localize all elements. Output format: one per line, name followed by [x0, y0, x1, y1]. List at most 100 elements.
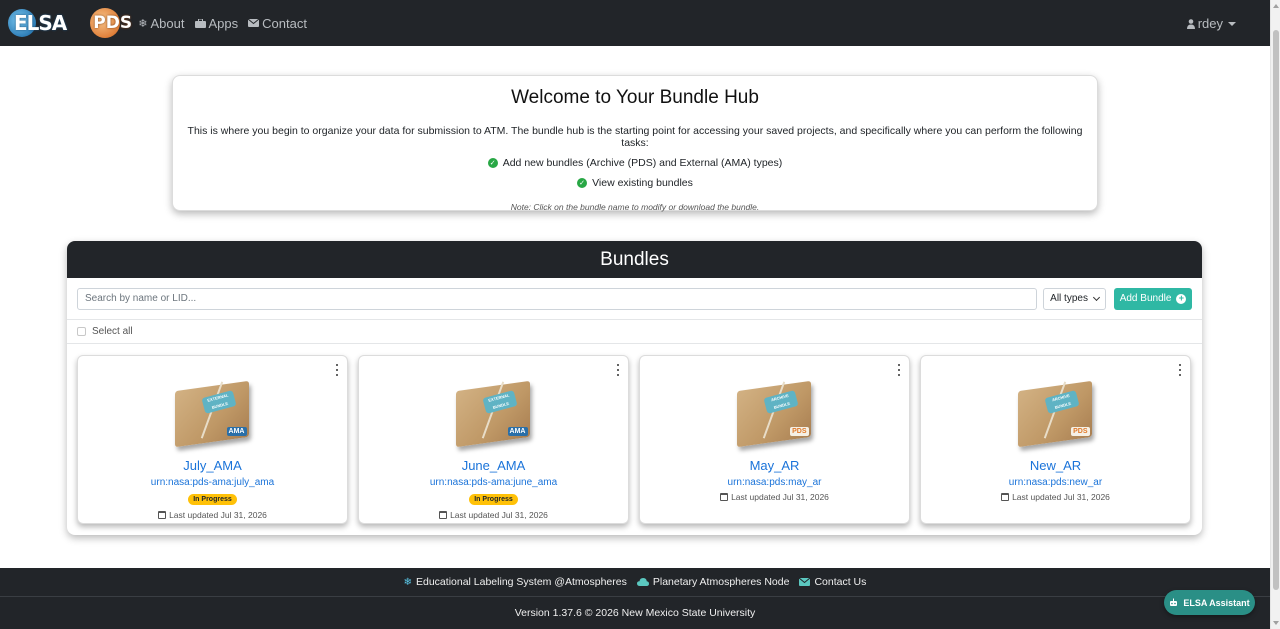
type-filter-select[interactable]: All types	[1043, 287, 1107, 310]
last-updated: Last updated Jul 31, 2026	[921, 492, 1190, 502]
calendar-icon	[1001, 493, 1010, 501]
footer-contact-label: Contact Us	[814, 576, 867, 588]
task-item: ✓ Add new bundles (Archive (PDS) and Ext…	[173, 157, 1097, 169]
bundle-name-link[interactable]: July_AMA	[78, 458, 347, 473]
nav-about-label: About	[150, 15, 185, 31]
user-name: rdey	[1197, 16, 1223, 31]
envelope-icon	[799, 578, 811, 586]
kebab-menu-icon[interactable]	[896, 364, 902, 376]
kebab-menu-icon[interactable]	[1177, 364, 1183, 376]
select-all-checkbox[interactable]	[77, 327, 86, 336]
bundle-lid-link[interactable]: urn:nasa:pds-ama:june_ama	[359, 477, 628, 488]
user-menu[interactable]: rdey	[1186, 16, 1236, 31]
task-item: ✓ View existing bundles	[173, 177, 1097, 189]
calendar-icon	[720, 493, 729, 501]
bundle-name-link[interactable]: June_AMA	[359, 458, 628, 473]
scrollbar-thumb[interactable]	[1273, 30, 1279, 590]
pds-logo-text: PDS	[93, 13, 133, 33]
check-circle-icon: ✓	[577, 178, 588, 188]
welcome-title: Welcome to Your Bundle Hub	[511, 87, 759, 108]
assistant-label: ELSA Assistant	[1183, 597, 1250, 608]
task-label: View existing bundles	[592, 177, 693, 189]
kebab-menu-icon[interactable]	[334, 364, 340, 376]
bundle-card[interactable]: EXTERNAL BUNDLE AMA July_AMA urn:nasa:pd…	[77, 355, 348, 524]
nav-apps-label: Apps	[208, 15, 239, 31]
page-scrollbar[interactable]	[1270, 0, 1280, 629]
welcome-description: This is where you begin to organize your…	[187, 125, 1083, 149]
bundle-lid-link[interactable]: urn:nasa:pds-ama:july_ama	[78, 477, 347, 488]
bundle-brand: PDS	[790, 427, 809, 436]
pds-logo[interactable]: PDS	[82, 6, 132, 40]
bundle-box-icon: EXTERNAL BUNDLE AMA	[454, 376, 534, 448]
snowflake-icon: ❄	[138, 17, 148, 30]
search-input[interactable]	[77, 287, 1037, 310]
type-filter-value: All types	[1050, 293, 1088, 304]
nav-apps-link[interactable]: Apps	[194, 15, 239, 31]
bundle-brand: AMA	[507, 427, 528, 436]
add-bundle-button[interactable]: Add Bundle +	[1114, 287, 1192, 310]
cloud-icon	[636, 578, 649, 586]
last-updated-text: Last updated Jul 31, 2026	[450, 510, 548, 520]
footer: ❄ Educational Labeling System @Atmospher…	[0, 568, 1270, 629]
bundles-header: Bundles	[67, 241, 1202, 278]
bundle-card[interactable]: EXTERNAL BUNDLE AMA June_AMA urn:nasa:pd…	[358, 355, 629, 524]
chevron-down-icon	[1092, 293, 1100, 301]
bundle-card[interactable]: ARCHIVE BUNDLE PDS New_AR urn:nasa:pds:n…	[920, 355, 1191, 524]
elsa-logo[interactable]: ELSA	[6, 6, 67, 40]
last-updated: Last updated Jul 31, 2026	[78, 510, 347, 520]
status-badge: In Progress	[469, 494, 518, 505]
bundle-brand: PDS	[1071, 427, 1090, 436]
select-all-row: Select all	[67, 320, 1202, 344]
nav-contact-link[interactable]: Contact	[248, 16, 307, 31]
last-updated-text: Last updated Jul 31, 2026	[731, 492, 829, 502]
calendar-icon	[439, 511, 448, 519]
task-label: Add new bundles (Archive (PDS) and Exter…	[502, 157, 783, 169]
select-all-label: Select all	[92, 326, 133, 337]
bundle-name-link[interactable]: May_AR	[640, 458, 909, 473]
footer-atmos-link[interactable]: Planetary Atmospheres Node	[636, 576, 790, 588]
envelope-icon	[248, 19, 260, 27]
check-circle-icon: ✓	[487, 158, 498, 168]
bundle-brand: AMA	[226, 427, 247, 436]
page: ELSA PDS ❄ About Apps Contact rdey Welco…	[0, 0, 1280, 629]
scroll-up-icon[interactable]	[1273, 4, 1279, 8]
briefcase-icon	[194, 18, 206, 28]
bundle-card[interactable]: ARCHIVE BUNDLE PDS May_AR urn:nasa:pds:m…	[639, 355, 910, 524]
version-text: Version 1.37.6 © 2026 New Mexico State U…	[514, 606, 756, 619]
last-updated-text: Last updated Jul 31, 2026	[169, 510, 267, 520]
last-updated: Last updated Jul 31, 2026	[640, 492, 909, 502]
last-updated: Last updated Jul 31, 2026	[359, 510, 628, 520]
footer-elsa-link[interactable]: ❄ Educational Labeling System @Atmospher…	[404, 576, 627, 588]
last-updated-text: Last updated Jul 31, 2026	[1012, 492, 1110, 502]
footer-contact-link[interactable]: Contact Us	[799, 576, 866, 588]
footer-elsa-label: Educational Labeling System @Atmospheres	[416, 576, 627, 588]
bundle-cards: EXTERNAL BUNDLE AMA July_AMA urn:nasa:pd…	[77, 355, 1191, 524]
bundles-title: Bundles	[600, 248, 669, 270]
nav-about-link[interactable]: ❄ About	[138, 16, 184, 31]
welcome-note: Note: Click on the bundle name to modify…	[510, 202, 760, 212]
bundle-box-icon: ARCHIVE BUNDLE PDS	[735, 376, 815, 448]
bundle-name-link[interactable]: New_AR	[921, 458, 1190, 473]
top-navbar: ELSA PDS ❄ About Apps Contact rdey	[0, 0, 1270, 46]
kebab-menu-icon[interactable]	[615, 364, 621, 376]
footer-links: ❄ Educational Labeling System @Atmospher…	[0, 568, 1270, 597]
bundle-box-icon: ARCHIVE BUNDLE PDS	[1016, 376, 1096, 448]
scroll-down-icon[interactable]	[1273, 621, 1279, 625]
add-bundle-label: Add Bundle	[1119, 293, 1172, 304]
robot-icon	[1169, 598, 1178, 607]
nav-contact-label: Contact	[262, 15, 307, 31]
bundle-lid-link[interactable]: urn:nasa:pds:may_ar	[640, 477, 909, 488]
plus-icon: +	[1176, 293, 1187, 304]
status-badge: In Progress	[188, 494, 237, 505]
bundles-panel: Bundles All types Add Bundle + Select al…	[67, 241, 1202, 535]
elsa-assistant-button[interactable]: ELSA Assistant	[1164, 590, 1255, 615]
chevron-down-icon	[1228, 21, 1236, 26]
elsa-logo-text: ELSA	[14, 11, 67, 35]
bundle-box-icon: EXTERNAL BUNDLE AMA	[173, 376, 253, 448]
footer-atmos-label: Planetary Atmospheres Node	[652, 576, 790, 588]
bundle-lid-link[interactable]: urn:nasa:pds:new_ar	[921, 477, 1190, 488]
bundles-toolbar: All types Add Bundle +	[67, 278, 1202, 320]
calendar-icon	[158, 511, 167, 519]
user-icon	[1186, 18, 1195, 29]
snowflake-icon: ❄	[403, 576, 412, 588]
